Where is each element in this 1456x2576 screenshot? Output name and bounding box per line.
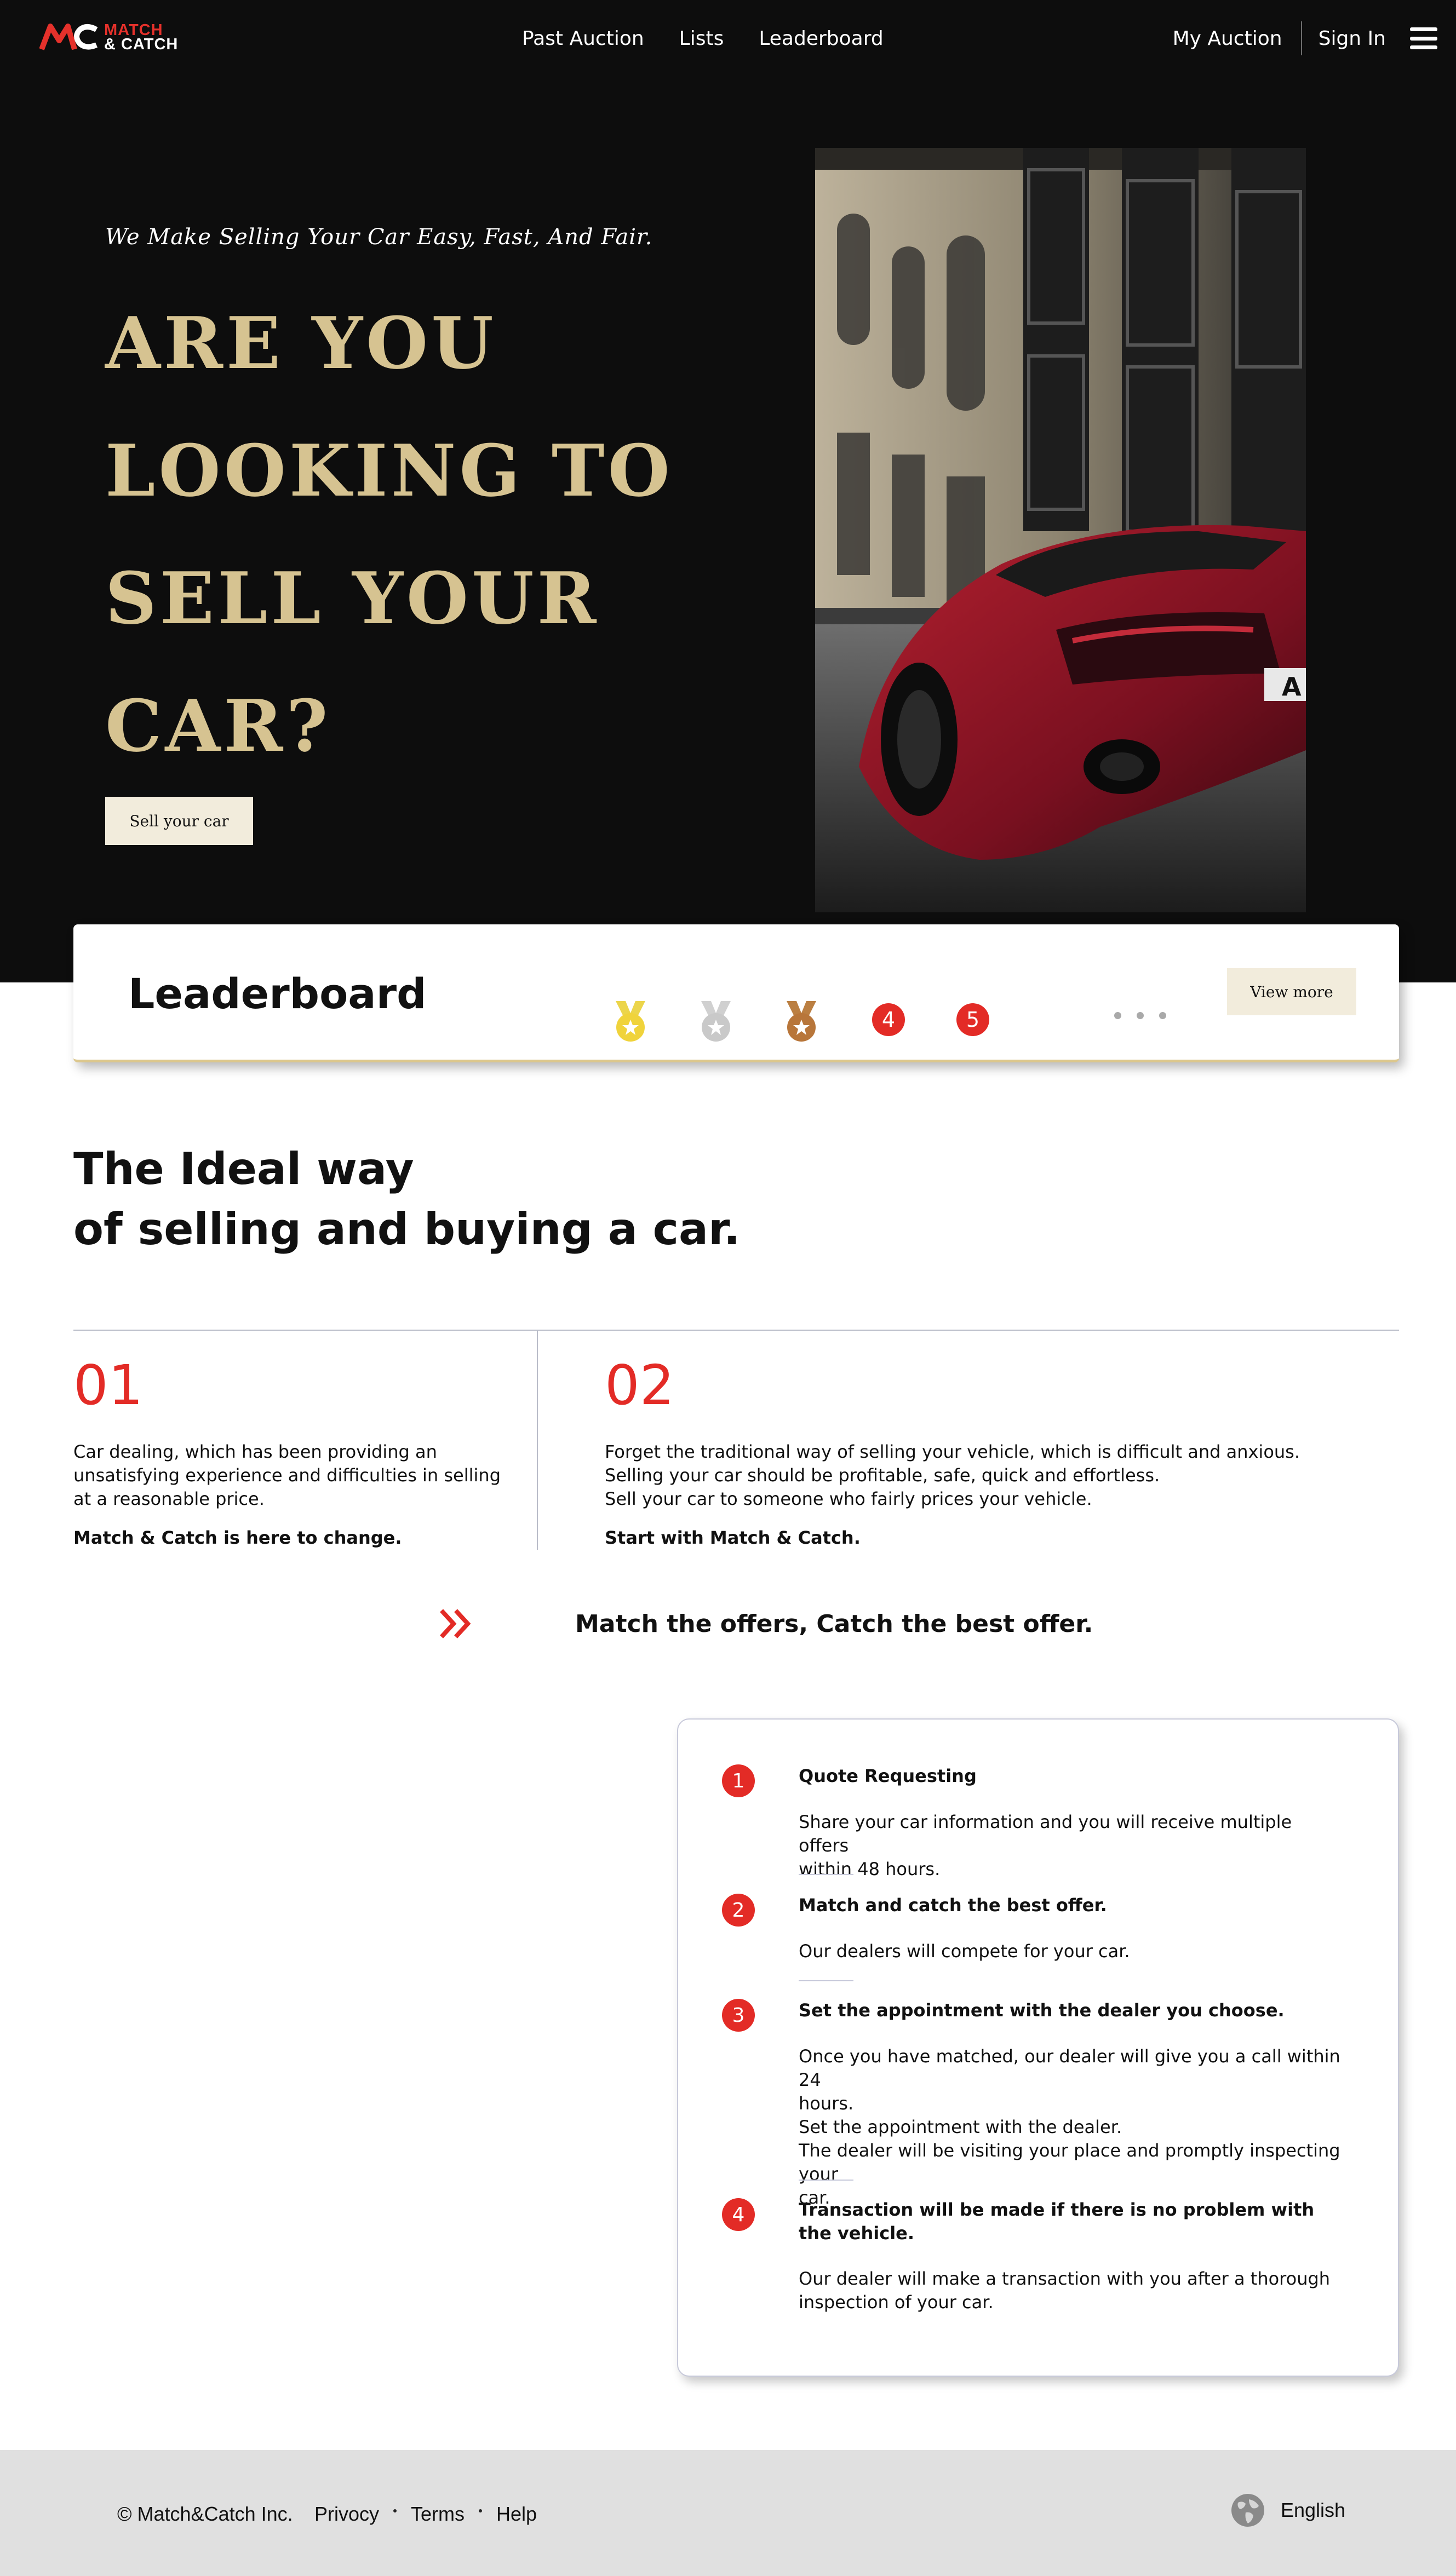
footer-link-help[interactable]: Help: [496, 2503, 537, 2526]
ideal-heading-line: of selling and buying a car.: [73, 1204, 741, 1255]
ideal-heading-line: The Ideal way: [73, 1143, 414, 1194]
leaderboard-title: Leaderboard: [128, 969, 427, 1018]
step-title: Match and catch the best offer.: [799, 1895, 1107, 1916]
footer-separator: [479, 2509, 483, 2512]
hero-section: We Make Selling Your Car Easy, Fast, And…: [0, 77, 1456, 982]
ideal-way-heading: The Ideal way of selling and buying a ca…: [73, 1139, 740, 1260]
license-plate-text: A: [1282, 672, 1302, 702]
reason-text-line: Sell your car to someone who fairly pric…: [605, 1488, 1092, 1509]
rank-5-badge: 5: [956, 1003, 989, 1036]
logo[interactable]: MATCH & CATCH: [39, 22, 204, 53]
hero-subtitle: We Make Selling Your Car Easy, Fast, And…: [105, 225, 653, 250]
step-desc-line: inspection of your car.: [799, 2292, 994, 2313]
step-number-badge: 3: [722, 1999, 755, 2032]
nav-sign-in[interactable]: Sign In: [1319, 27, 1386, 50]
nav-divider: [1300, 21, 1302, 55]
reason-emphasis: Start with Match & Catch.: [605, 1527, 861, 1548]
step-separator: [799, 1874, 853, 1875]
footer-links: Privocy Terms Help: [314, 2503, 537, 2526]
hamburger-menu-icon[interactable]: [1410, 27, 1437, 49]
logo-text: MATCH & CATCH: [104, 22, 179, 53]
footer-link-privacy[interactable]: Privocy: [314, 2503, 379, 2526]
reason-text: Forget the traditional way of selling yo…: [605, 1440, 1372, 1511]
step-separator: [799, 1980, 853, 1981]
globe-icon: [1231, 2494, 1264, 2527]
step-desc-line: Set the appointment with the dealer.: [799, 2117, 1122, 2137]
nav-my-auction[interactable]: My Auction: [1173, 27, 1282, 50]
hero-car-photo: A: [815, 148, 1306, 912]
silver-medal-icon: [701, 1001, 731, 1042]
nav-lists[interactable]: Lists: [679, 27, 724, 50]
gold-medal-icon: [616, 1001, 645, 1042]
logo-line-2: & CATCH: [104, 36, 179, 53]
reason-text-line: at a reasonable price.: [73, 1488, 265, 1509]
reason-column-02: 02 Forget the traditional way of selling…: [605, 1353, 1372, 1548]
section-divider: [73, 1330, 1399, 1331]
hero-title-line: LOOKING TO: [105, 429, 673, 513]
more-dots-icon: [1114, 1012, 1182, 1019]
hero-title: ARE YOU LOOKING TO SELL YOUR CAR?: [105, 279, 708, 790]
step-number-badge: 4: [722, 2198, 755, 2231]
reason-number: 01: [73, 1353, 144, 1417]
step-number-badge: 1: [722, 1764, 755, 1797]
hero-title-line: ARE YOU: [105, 301, 497, 385]
tagline: Match the offers, Catch the best offer.: [575, 1610, 1093, 1638]
step-desc-line: Our dealer will make a transaction with …: [799, 2268, 1331, 2289]
top-nav: MATCH & CATCH Past Auction Lists Leaderb…: [0, 0, 1456, 77]
leaderboard-card: Leaderboard 4 5 View more: [73, 924, 1399, 1062]
nav-past-auction[interactable]: Past Auction: [522, 27, 644, 50]
view-more-button[interactable]: View more: [1227, 968, 1356, 1015]
hero-title-line: CAR?: [105, 684, 331, 768]
step-description: Share your car information and you will …: [799, 1810, 1346, 1881]
language-selector[interactable]: English: [1230, 2493, 1345, 2528]
step-title: Quote Requesting: [799, 1766, 977, 1786]
footer-separator: [393, 2509, 397, 2512]
account-menu: My Auction Sign In: [1173, 0, 1456, 77]
reason-text-line: Selling your car should be profitable, s…: [605, 1465, 1160, 1486]
step-desc-line: hours.: [799, 2093, 854, 2114]
main-menu: Past Auction Lists Leaderboard: [522, 0, 919, 77]
reason-text-line: unsatisfying experience and difficulties…: [73, 1465, 501, 1486]
nav-leaderboard[interactable]: Leaderboard: [759, 27, 883, 50]
double-chevron-right-icon: [440, 1609, 471, 1638]
step-desc-line: The dealer will be visiting your place a…: [799, 2140, 1340, 2184]
reason-text-line: Forget the traditional way of selling yo…: [605, 1441, 1300, 1462]
logo-mark-icon: [39, 24, 98, 50]
reason-text-line: Car dealing, which has been providing an: [73, 1441, 437, 1462]
step-separator: [799, 2180, 853, 2181]
sell-your-car-button[interactable]: Sell your car: [105, 797, 253, 845]
hero-title-line: SELL YOUR: [105, 556, 600, 640]
bronze-medal-icon: [787, 1001, 816, 1042]
step-description: Our dealers will compete for your car.: [799, 1940, 1346, 1963]
column-divider: [537, 1331, 538, 1550]
copyright-text: © Match&Catch Inc.: [117, 2503, 293, 2525]
step-title: Set the appointment with the dealer you …: [799, 2000, 1285, 2021]
reason-emphasis: Match & Catch is here to change.: [73, 1527, 402, 1548]
reason-column-01: 01 Car dealing, which has been providing…: [73, 1353, 512, 1548]
footer-link-terms[interactable]: Terms: [411, 2503, 465, 2526]
step-title: Transaction will be made if there is no …: [799, 2199, 1315, 2244]
car-street-illustration: A: [815, 148, 1306, 912]
rank-4-badge: 4: [872, 1003, 905, 1036]
reason-number: 02: [605, 1353, 675, 1417]
language-label: English: [1281, 2499, 1346, 2521]
reason-text: Car dealing, which has been providing an…: [73, 1440, 512, 1511]
step-desc-line: Share your car information and you will …: [799, 1812, 1292, 1856]
step-description: Our dealer will make a transaction with …: [799, 2267, 1346, 2314]
process-steps-card: 1 Quote Requesting Share your car inform…: [677, 1718, 1399, 2377]
footer: © Match&Catch Inc. Privocy Terms Help En…: [0, 2450, 1456, 2576]
step-desc-line: within 48 hours.: [799, 1859, 941, 1879]
step-desc-line: Our dealers will compete for your car.: [799, 1941, 1130, 1962]
step-desc-line: Once you have matched, our dealer will g…: [799, 2046, 1340, 2090]
step-description: Once you have matched, our dealer will g…: [799, 2045, 1346, 2210]
step-number-badge: 2: [722, 1894, 755, 1927]
